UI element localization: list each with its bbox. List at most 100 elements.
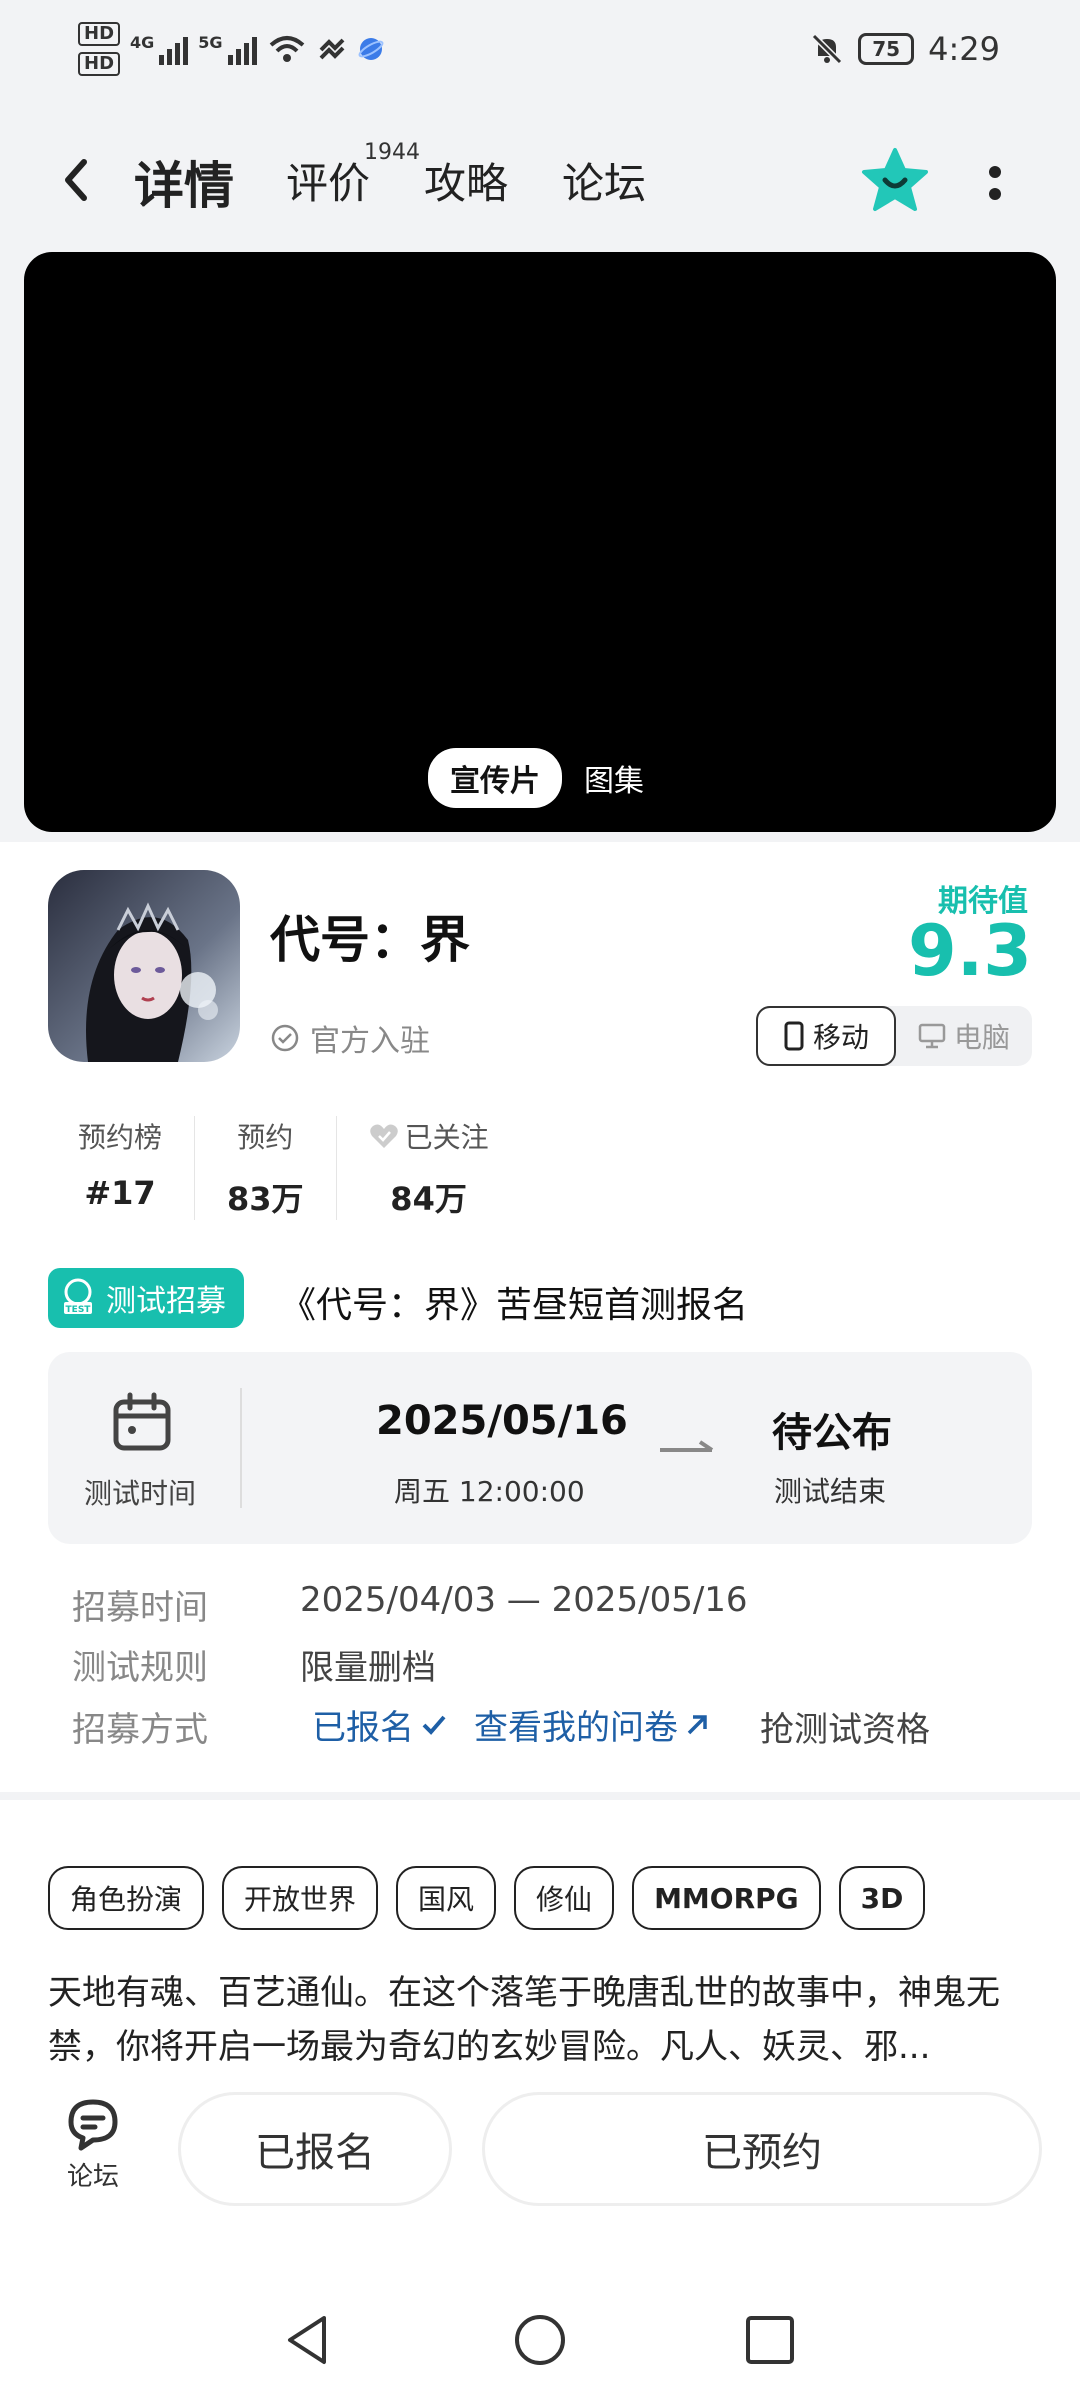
stat-follow-label-wrap: 已关注 <box>369 1116 489 1156</box>
game-icon[interactable] <box>48 870 240 1062</box>
status-left: HD HD 4G 5G <box>78 22 385 76</box>
tab-details-label: 详情 <box>134 157 234 215</box>
test-box-divider <box>240 1388 242 1508</box>
tag-list: 角色扮演 开放世界 国风 修仙 MMORPG 3D <box>48 1866 926 1930</box>
expect-score: 9.3 <box>907 910 1032 992</box>
tag-item[interactable]: 国风 <box>396 1866 497 1930</box>
top-nav: 详情 评价 1944 攻略 论坛 <box>0 130 1080 230</box>
bell-muted-icon <box>812 33 843 65</box>
official-label: 官方入驻 <box>310 1024 430 1059</box>
media-tab-gallery[interactable]: 图集 <box>584 756 644 800</box>
stat-follow-value: 84万 <box>390 1180 467 1218</box>
tab-guides-label: 攻略 <box>424 159 509 208</box>
view-survey-label: 查看我的问卷 <box>474 1708 678 1748</box>
tab-details[interactable]: 详情 <box>130 146 238 218</box>
test-end-value: 待公布 <box>772 1410 892 1456</box>
hd1-badge: HD <box>78 22 121 46</box>
test-badge-label: 测试招募 <box>106 1284 226 1319</box>
svg-text:TEST: TEST <box>66 1305 92 1315</box>
tab-guides[interactable]: 攻略 <box>424 150 508 211</box>
tab-forum[interactable]: 论坛 <box>562 150 646 211</box>
test-start-date: 2025/05/16 <box>376 1398 628 1444</box>
test-end-label: 测试结束 <box>774 1475 887 1508</box>
review-count: 1944 <box>364 140 420 165</box>
platform-mobile[interactable]: 移动 <box>756 1006 896 1066</box>
recruit-method-label: 招募方式 <box>72 1710 208 1750</box>
wifi-icon <box>269 36 304 62</box>
game-title: 代号：界 <box>270 911 470 969</box>
monitor-icon <box>918 1023 946 1049</box>
tag-item[interactable]: 角色扮演 <box>48 1866 205 1930</box>
test-start-time: 周五 12:00:00 <box>394 1475 585 1508</box>
tab-forum-label: 论坛 <box>562 159 647 208</box>
nav-recent-icon[interactable] <box>744 2314 796 2366</box>
external-arrow-icon <box>687 1714 707 1734</box>
hd-indicators: HD HD <box>78 22 121 76</box>
recruit-time-label: 招募时间 <box>72 1588 208 1628</box>
calendar-icon <box>113 1392 171 1451</box>
test-recruit-badge: TEST 测试招募 <box>48 1268 244 1328</box>
heart-icon <box>369 1124 398 1148</box>
test-rule-value: 限量删档 <box>300 1648 436 1688</box>
signed-up-link[interactable]: 已报名 <box>312 1700 448 1749</box>
official-badge: 官方入驻 <box>270 1016 430 1060</box>
stat-follow[interactable]: 已关注 84万 <box>337 1116 521 1220</box>
stat-rank[interactable]: 预约榜 #17 <box>48 1116 196 1220</box>
net1-label: 4G <box>130 33 155 52</box>
tab-reviews[interactable]: 评价 1944 <box>286 140 420 211</box>
signed-up-label: 已报名 <box>312 1708 414 1748</box>
platform-pc-label: 电脑 <box>953 1021 1010 1054</box>
forum-chat-icon <box>68 2099 118 2151</box>
platform-mobile-label: 移动 <box>812 1021 869 1054</box>
tag-item[interactable]: 开放世界 <box>222 1866 379 1930</box>
signed-up-button[interactable]: 已报名 <box>178 2092 452 2206</box>
signal-5g-icon: 5G <box>198 33 257 65</box>
arrow-right-icon <box>660 1440 714 1452</box>
view-survey-link[interactable]: 查看我的问卷 <box>474 1700 710 1749</box>
stat-rank-value: #17 <box>84 1174 156 1212</box>
video-player[interactable] <box>24 252 1056 832</box>
check-circle-icon <box>271 1024 299 1052</box>
checkmark-icon <box>422 1715 446 1735</box>
stats-row: 预约榜 #17 预约 83万 已关注 84万 <box>48 1116 521 1220</box>
platform-switch: 移动 电脑 <box>756 1006 1032 1066</box>
hd2-badge: HD <box>78 52 121 76</box>
stat-reservations: 预约 83万 <box>195 1116 337 1220</box>
test-rule-label: 测试规则 <box>72 1648 208 1688</box>
game-description[interactable]: 天地有魂、百艺通仙。在这个落笔于晚唐乱世的故事中，神鬼无禁，你将开启一场最为奇幻… <box>48 1966 1038 2074</box>
stat-rank-label: 预约榜 <box>78 1121 163 1154</box>
recruit-time-value: 2025/04/03 — 2025/05/16 <box>300 1580 748 1620</box>
battery-icon: 75 <box>858 33 915 65</box>
stat-reservations-label: 预约 <box>237 1121 294 1154</box>
more-menu-icon[interactable] <box>980 158 1010 208</box>
tag-item[interactable]: 修仙 <box>514 1866 615 1930</box>
stat-reservations-value: 83万 <box>227 1180 304 1218</box>
forum-button[interactable]: 论坛 <box>58 2096 128 2193</box>
game-portrait-icon <box>48 870 240 1062</box>
status-bar: HD HD 4G 5G 75 4:29 <box>0 0 1080 110</box>
test-flask-icon: TEST <box>64 1278 92 1315</box>
browser-icon <box>358 38 383 60</box>
phone-icon <box>784 1021 804 1051</box>
platform-pc[interactable]: 电脑 <box>896 1006 1032 1066</box>
reserved-button[interactable]: 已预约 <box>482 2092 1042 2206</box>
media-tabs: 宣传片 图集 <box>428 748 644 808</box>
stat-follow-label: 已关注 <box>404 1121 489 1154</box>
tag-item[interactable]: MMORPG <box>632 1866 821 1930</box>
tab-reviews-label: 评价 <box>286 159 371 208</box>
test-title: 《代号：界》苦昼短首测报名 <box>280 1285 749 1326</box>
back-arrow-icon[interactable] <box>56 150 96 210</box>
media-tab-trailer[interactable]: 宣传片 <box>428 748 562 808</box>
signal-4g-icon: 4G <box>130 33 189 65</box>
nav-back-icon[interactable] <box>280 2312 336 2368</box>
tag-item[interactable]: 3D <box>838 1866 926 1930</box>
favorite-star-icon[interactable] <box>860 146 930 216</box>
test-time-label: 测试时间 <box>84 1477 197 1510</box>
link-icon <box>319 38 344 60</box>
status-right: 75 4:29 <box>810 30 1000 68</box>
net2-label: 5G <box>198 33 223 52</box>
grab-qualification[interactable]: 抢测试资格 <box>760 1702 930 1751</box>
forum-button-label: 论坛 <box>66 2162 119 2192</box>
clock: 4:29 <box>928 30 1000 68</box>
nav-home-icon[interactable] <box>512 2312 568 2368</box>
